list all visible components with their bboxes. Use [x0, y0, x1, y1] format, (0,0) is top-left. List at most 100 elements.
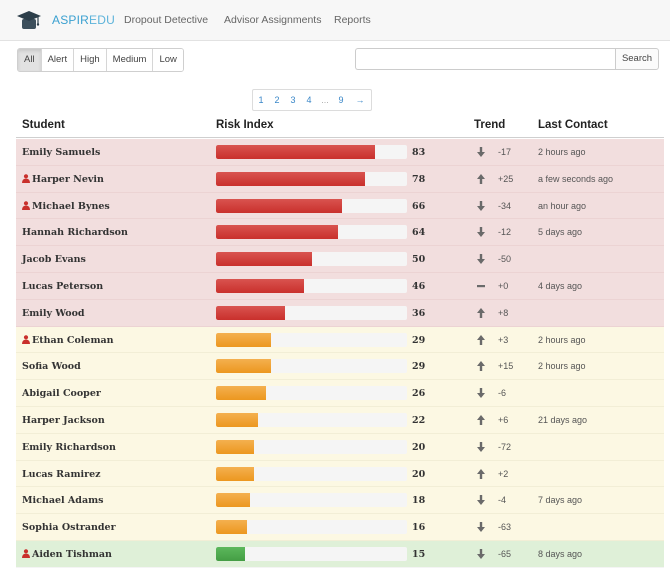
- last-contact: 2 hours ago: [538, 361, 586, 372]
- page-2-link[interactable]: 2: [269, 90, 285, 110]
- search-input[interactable]: [355, 48, 628, 70]
- trend-up-icon: [477, 468, 485, 479]
- risk-score: 22: [412, 414, 426, 426]
- table-row[interactable]: Emily Wood 36 +8: [16, 299, 664, 327]
- trend-value: -4: [498, 495, 507, 506]
- table-row[interactable]: Ethan Coleman 29 +3 2 hours ago: [16, 326, 664, 354]
- brand-logo[interactable]: ASPIREDU: [16, 8, 115, 32]
- trend-down-icon: [477, 495, 485, 506]
- trend-down-icon: [477, 147, 485, 157]
- student-name[interactable]: Jacob Evans: [22, 254, 86, 265]
- risk-bar-track: [216, 546, 407, 561]
- trend-down-icon: [477, 522, 485, 533]
- table-row[interactable]: Emily Richardson 20 -72: [16, 433, 664, 461]
- student-name[interactable]: Emily Samuels: [22, 147, 100, 158]
- student-name[interactable]: Emily Richardson: [22, 442, 116, 453]
- risk-score: 15: [412, 548, 426, 560]
- student-name[interactable]: Lucas Ramirez: [22, 469, 101, 480]
- student-name[interactable]: Ethan Coleman: [22, 335, 114, 346]
- risk-score: 36: [412, 307, 426, 319]
- table-row[interactable]: Sofia Wood 29 +15 2 hours ago: [16, 353, 664, 381]
- risk-bar-track: [216, 412, 407, 427]
- page-9-link[interactable]: 9: [333, 90, 349, 110]
- risk-bar-track: [216, 171, 407, 186]
- column-header-student[interactable]: Student: [22, 119, 65, 131]
- table-row[interactable]: Michael Bynes 66 -34 an hour ago: [16, 192, 664, 220]
- risk-bar-fill: [216, 493, 251, 508]
- student-name[interactable]: Hannah Richardson: [22, 227, 128, 238]
- last-contact: 8 days ago: [538, 548, 583, 559]
- risk-bar-track: [216, 252, 407, 267]
- trend-value: -50: [498, 254, 512, 265]
- last-contact: 2 hours ago: [538, 334, 586, 345]
- trend-up-icon: [477, 173, 485, 184]
- nav-reports[interactable]: Reports: [334, 14, 371, 26]
- filter-alert-button[interactable]: Alert: [41, 49, 75, 71]
- nav-dropout-detective[interactable]: Dropout Detective: [124, 14, 208, 26]
- student-name[interactable]: Sophia Ostrander: [22, 522, 116, 533]
- trend-value: +0: [498, 280, 509, 291]
- pagination: 1 2 3 4 ... 9 →: [252, 89, 372, 111]
- alert-user-icon: [22, 549, 30, 558]
- filter-all-button[interactable]: All: [18, 49, 42, 71]
- risk-bar-fill: [216, 386, 266, 401]
- student-name[interactable]: Harper Jackson: [22, 415, 105, 426]
- filter-high-button[interactable]: High: [74, 49, 107, 71]
- last-contact: 4 days ago: [538, 280, 583, 291]
- risk-score: 26: [412, 388, 426, 400]
- risk-bar-track: [216, 278, 407, 293]
- risk-bar-fill: [216, 305, 285, 320]
- table-row[interactable]: Lucas Ramirez 20 +2: [16, 460, 664, 488]
- student-name[interactable]: Sofia Wood: [22, 361, 81, 372]
- risk-score: 20: [412, 441, 426, 453]
- student-name[interactable]: Abigail Cooper: [22, 388, 101, 399]
- table-row[interactable]: Emily Samuels 83 -17 2 hours ago: [16, 139, 664, 166]
- table-row[interactable]: Abigail Cooper 26 -6: [16, 380, 664, 407]
- last-contact: a few seconds ago: [538, 173, 614, 184]
- student-name[interactable]: Lucas Peterson: [22, 281, 103, 292]
- trend-value: -34: [498, 200, 512, 211]
- table-row[interactable]: Harper Jackson 22 +6 21 days ago: [16, 406, 664, 434]
- risk-score: 50: [412, 254, 426, 266]
- risk-bar-fill: [216, 171, 365, 186]
- trend-flat-icon: [477, 284, 485, 288]
- risk-bar-fill: [216, 546, 245, 561]
- brand-name: ASPIREDU: [52, 13, 115, 27]
- table-row[interactable]: Aiden Tishman 15 -65 8 days ago: [16, 540, 664, 568]
- trend-up-icon: [477, 307, 485, 318]
- filter-medium-button[interactable]: Medium: [106, 49, 154, 71]
- trend-value: -17: [498, 147, 512, 157]
- trend-down-icon: [477, 254, 485, 265]
- last-contact: 2 hours ago: [538, 147, 586, 157]
- student-name[interactable]: Harper Nevin: [22, 174, 104, 185]
- page-4-link[interactable]: 4: [301, 90, 317, 110]
- trend-down-icon: [477, 388, 485, 399]
- trend-value: -12: [498, 227, 512, 238]
- table-row[interactable]: Sophia Ostrander 16 -63: [16, 514, 664, 541]
- page-3-link[interactable]: 3: [285, 90, 301, 110]
- column-header-risk-index[interactable]: Risk Index: [216, 119, 274, 131]
- filter-low-button[interactable]: Low: [153, 49, 183, 71]
- student-name[interactable]: Michael Adams: [22, 495, 104, 506]
- risk-bar-fill: [216, 359, 272, 374]
- student-name[interactable]: Emily Wood: [22, 308, 85, 319]
- student-name[interactable]: Michael Bynes: [22, 201, 110, 212]
- trend-value: +2: [498, 468, 509, 479]
- nav-advisor-assignments[interactable]: Advisor Assignments: [224, 14, 321, 26]
- next-page-arrow[interactable]: →: [349, 90, 371, 110]
- page-1-link[interactable]: 1: [253, 90, 269, 110]
- alert-user-icon: [22, 334, 30, 344]
- student-name[interactable]: Aiden Tishman: [22, 549, 112, 560]
- header-divider: [16, 137, 664, 138]
- table-row[interactable]: Michael Adams 18 -4 7 days ago: [16, 487, 664, 515]
- risk-score: 64: [412, 227, 426, 239]
- table-row[interactable]: Harper Nevin 78 +25 a few seconds ago: [16, 165, 664, 193]
- search-button[interactable]: Search: [615, 48, 659, 70]
- column-header-trend[interactable]: Trend: [474, 119, 505, 131]
- table-row[interactable]: Hannah Richardson 64 -12 5 days ago: [16, 219, 664, 247]
- table-row[interactable]: Jacob Evans 50 -50: [16, 246, 664, 273]
- trend-value: +8: [498, 307, 509, 318]
- column-header-last-contact[interactable]: Last Contact: [538, 119, 608, 131]
- table-row[interactable]: Lucas Peterson 46 +0 4 days ago: [16, 272, 664, 300]
- risk-bar-fill: [216, 278, 304, 293]
